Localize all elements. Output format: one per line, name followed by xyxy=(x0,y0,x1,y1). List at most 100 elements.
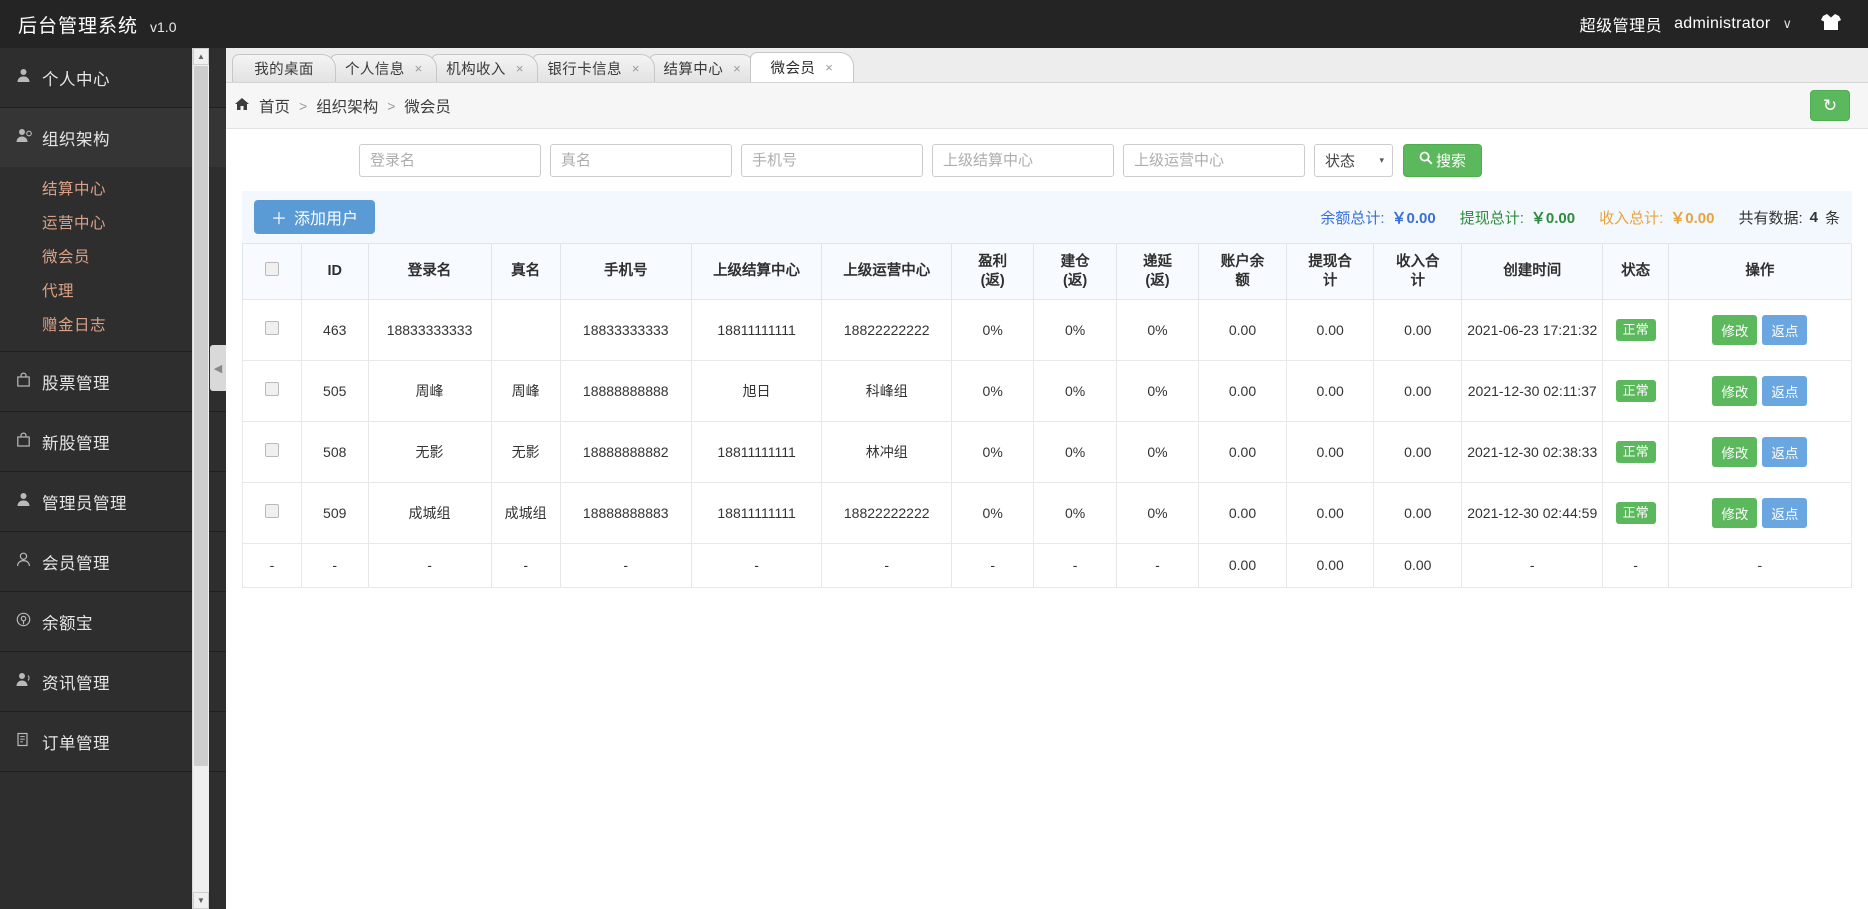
table-header-递延(返): 递延 (返) xyxy=(1115,243,1200,300)
rebate-button[interactable]: 返点 xyxy=(1762,498,1808,528)
tab-label: 个人信息 xyxy=(345,62,405,78)
search-button[interactable]: 搜索 xyxy=(1403,143,1483,177)
row-checkbox[interactable] xyxy=(264,381,279,396)
chevron-up-icon[interactable]: ▲ xyxy=(193,48,209,65)
scrollbar-thumb[interactable] xyxy=(194,66,208,766)
stat-value: ￥0.00 xyxy=(1530,209,1576,227)
sidebar-scrollbar[interactable]: ▲ ▼ xyxy=(192,48,209,909)
refresh-button[interactable]: ↻ xyxy=(1810,90,1850,121)
rebate-button[interactable]: 返点 xyxy=(1762,376,1808,406)
search-input-phone[interactable] xyxy=(741,143,923,177)
cell-actions: 修改 返点 xyxy=(1667,360,1853,422)
status-select[interactable]: 状态 ▾ xyxy=(1314,143,1393,177)
row-checkbox-cell[interactable] xyxy=(242,482,302,544)
cell-profit: 0% xyxy=(950,421,1035,483)
select-all-checkbox[interactable] xyxy=(264,261,279,276)
rebate-button[interactable]: 返点 xyxy=(1762,315,1808,345)
add-user-label: 添加用户 xyxy=(294,211,359,228)
chevron-down-icon[interactable]: ∨ xyxy=(1782,16,1792,32)
cell-balance: 0.00 xyxy=(1198,482,1287,544)
row-checkbox-cell[interactable] xyxy=(242,360,302,422)
row-checkbox[interactable] xyxy=(264,503,279,518)
table-row: 508 无影 无影 18888888882 18811111111 林冲组 0% 0% 0% 0.… xyxy=(242,421,1853,483)
search-input-real-name[interactable] xyxy=(550,143,732,177)
summary-cell-action: - xyxy=(1667,543,1853,588)
summary-cell-parent_settlement: - xyxy=(690,543,823,588)
member-icon xyxy=(16,552,42,571)
tab-微会员[interactable]: 微会员 × xyxy=(749,52,854,82)
org-icon xyxy=(16,128,42,147)
table-row: 509 成城组 成城组 18888888883 18811111111 188222222… xyxy=(242,482,1853,544)
row-checkbox-cell[interactable] xyxy=(242,421,302,483)
sidebar-collapse-handle[interactable]: ◀ xyxy=(210,345,226,391)
edit-button[interactable]: 修改 xyxy=(1712,376,1758,406)
user-role: 超级管理员 xyxy=(1579,18,1663,35)
cell-status: 正常 xyxy=(1602,299,1669,361)
home-icon[interactable] xyxy=(234,97,250,115)
breadcrumb-bar: 首页 > 组织架构 > 微会员 ↻ xyxy=(226,83,1868,129)
tab-label: 微会员 xyxy=(770,61,816,77)
sidebar-item-label: 余额宝 xyxy=(42,614,93,633)
close-icon[interactable]: × xyxy=(516,61,524,76)
row-checkbox[interactable] xyxy=(264,320,279,335)
total-label: 共有数据: xyxy=(1738,209,1803,227)
cell-balance: 0.00 xyxy=(1198,421,1287,483)
search-input-parent-operation[interactable] xyxy=(1123,143,1305,177)
close-icon[interactable]: × xyxy=(632,61,640,76)
cell-defer: 0% xyxy=(1115,360,1200,422)
tab-机构收入[interactable]: 机构收入 × xyxy=(431,54,539,82)
cell-income: 0.00 xyxy=(1373,299,1463,361)
close-icon[interactable]: × xyxy=(415,61,423,76)
close-icon[interactable]: × xyxy=(733,61,741,76)
summary-cell-withdraw: 0.00 xyxy=(1285,543,1375,588)
status-badge: 正常 xyxy=(1615,379,1656,403)
chevron-down-icon: ▾ xyxy=(1379,154,1384,165)
add-user-button[interactable]: ＋ 添加用户 xyxy=(254,200,376,234)
cell-status: 正常 xyxy=(1602,421,1669,483)
search-input-parent-settlement[interactable] xyxy=(932,143,1114,177)
search-button-label: 搜索 xyxy=(1436,152,1467,170)
breadcrumb-item-1[interactable]: 组织架构 xyxy=(316,95,378,117)
shirt-icon[interactable] xyxy=(1820,13,1842,36)
select-all-checkbox-cell[interactable] xyxy=(242,243,302,300)
cell-real: 无影 xyxy=(490,421,561,483)
table-header-真名: 真名 xyxy=(490,243,561,300)
user-menu[interactable]: 超级管理员 administrator ∨ xyxy=(1580,12,1868,36)
plus-icon: ＋ xyxy=(271,211,288,228)
tab-个人信息[interactable]: 个人信息 × xyxy=(330,54,438,82)
cell-defer: 0% xyxy=(1115,482,1200,544)
edit-button[interactable]: 修改 xyxy=(1712,437,1758,467)
row-checkbox-cell[interactable] xyxy=(242,299,302,361)
search-input-login-name[interactable] xyxy=(359,143,541,177)
sidebar-item-label: 管理员管理 xyxy=(42,494,127,513)
cell-real xyxy=(490,299,561,361)
edit-button[interactable]: 修改 xyxy=(1712,498,1758,528)
tab-我的桌面[interactable]: 我的桌面 xyxy=(232,54,336,82)
cell-profit: 0% xyxy=(950,360,1035,422)
summary-cell-created: - xyxy=(1461,543,1604,588)
status-select-label: 状态 xyxy=(1325,152,1356,170)
cell-actions: 修改 返点 xyxy=(1667,421,1853,483)
summary-cell-cb: - xyxy=(242,543,302,588)
cell-open: 0% xyxy=(1033,482,1117,544)
tab-银行卡信息[interactable]: 银行卡信息 × xyxy=(532,54,655,82)
sidebar-item-label: 订单管理 xyxy=(42,734,110,753)
cell-income: 0.00 xyxy=(1373,482,1463,544)
members-table: ID 登录名 真名 手机号 上级结算中心 上级运营中心 盈利 (返) 建仓 (返) 递延 (返) 账户余… xyxy=(242,243,1853,588)
cell-withdraw: 0.00 xyxy=(1285,421,1375,483)
cell-parent_settlement: 旭日 xyxy=(690,360,823,422)
chevron-down-icon[interactable]: ▼ xyxy=(193,892,209,909)
stat-label: 提现总计: xyxy=(1459,209,1524,227)
table-header-创建时间: 创建时间 xyxy=(1461,243,1604,300)
cell-login: 成城组 xyxy=(367,482,492,544)
cell-parent_settlement: 18811111111 xyxy=(690,299,823,361)
doc-icon xyxy=(16,732,42,751)
breadcrumb-item-0[interactable]: 首页 xyxy=(259,95,290,117)
row-checkbox[interactable] xyxy=(264,442,279,457)
tab-结算中心[interactable]: 结算中心 × xyxy=(648,54,756,82)
coin-icon xyxy=(16,612,42,631)
close-icon[interactable]: × xyxy=(825,60,833,75)
edit-button[interactable]: 修改 xyxy=(1712,315,1758,345)
rebate-button[interactable]: 返点 xyxy=(1762,437,1808,467)
user-icon xyxy=(16,492,42,511)
